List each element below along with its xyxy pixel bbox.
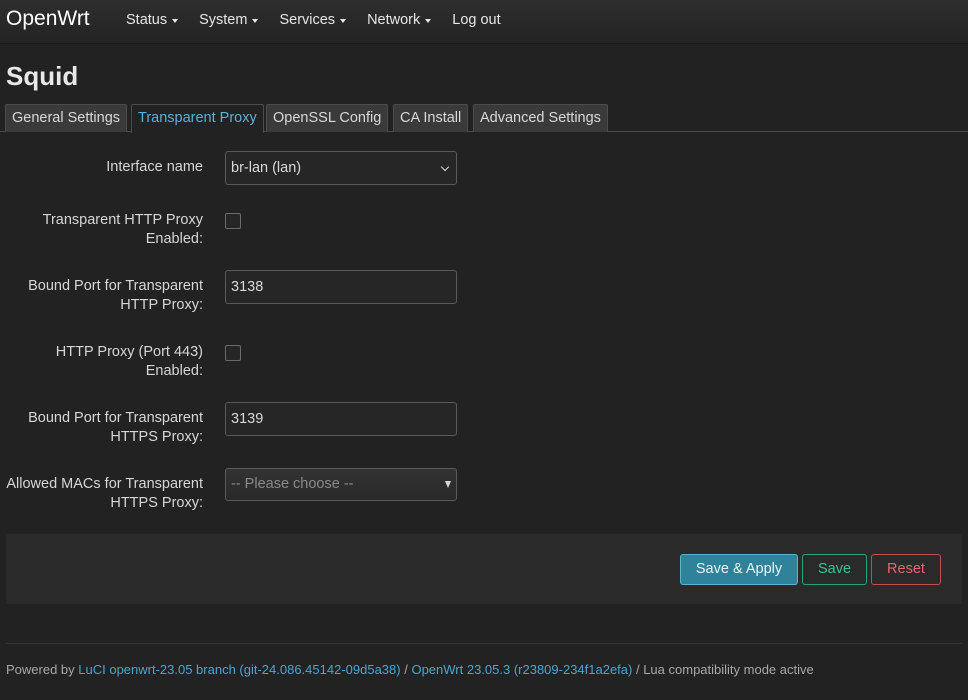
http-port-value: 3138 [231,279,264,295]
allowed-macs-placeholder: -- Please choose -- [231,476,354,492]
footer-prefix: Powered by [6,662,79,677]
menu-logout-label: Log out [452,12,501,28]
chevron-down-icon [172,19,179,23]
http-port-input[interactable]: 3138 [225,270,457,304]
save-apply-button[interactable]: Save & Apply [680,554,798,585]
tab-openssl-config[interactable]: OpenSSL Config [266,104,389,132]
action-bar: Save & Apply Save Reset [6,534,962,604]
menu-network-label: Network [367,12,421,28]
luci-link[interactable]: LuCI openwrt-23.05 branch (git-24.086.45… [78,662,400,677]
menu-system-label: System [199,12,248,28]
interface-name-label: Interface name [106,158,203,177]
https-port-value: 3139 [231,411,264,427]
chevron-down-icon [440,162,450,172]
http-port-label-line2: HTTP Proxy: [120,297,203,313]
menu-status-label: Status [126,12,168,28]
allowed-macs-label-line2: HTTPS Proxy: [110,495,203,511]
https-enabled-checkbox[interactable] [225,345,241,361]
interface-name-value: br-lan (lan) [231,160,302,176]
menu-services-label: Services [279,12,336,28]
menu-network[interactable]: Network [367,12,432,28]
menu-logout[interactable]: Log out [452,12,500,28]
footer: Powered by LuCI openwrt-23.05 branch (gi… [6,662,814,677]
transparent-http-label: Transparent HTTP Proxy Enabled: [43,211,203,249]
chevron-down-icon [340,19,347,23]
chevron-down-icon [252,19,259,23]
https-enabled-label-line2: Enabled: [145,363,203,379]
allowed-macs-label: Allowed MACs for Transparent HTTPS Proxy… [6,475,203,513]
triangle-down-icon [445,481,451,488]
footer-separator: / [400,662,412,677]
https-port-label: Bound Port for Transparent HTTPS Proxy: [28,409,203,447]
page-title: Squid [6,61,79,91]
tab-bar: General Settings Transparent Proxy OpenS… [0,104,968,133]
footer-divider [6,643,962,644]
https-port-label-line2: HTTPS Proxy: [110,429,203,445]
allowed-macs-dropdown[interactable]: -- Please choose -- [225,468,457,501]
https-enabled-label-line1: HTTP Proxy (Port 443) [55,344,203,360]
footer-suffix: Lua compatibility mode active [643,662,814,677]
transparent-http-label-line1: Transparent HTTP Proxy [42,212,203,228]
menu-services[interactable]: Services [279,12,347,28]
save-button[interactable]: Save [802,554,867,585]
reset-button[interactable]: Reset [871,554,941,585]
https-port-label-line1: Bound Port for Transparent [28,410,203,426]
menu-system[interactable]: System [199,12,259,28]
top-navbar: OpenWrt Status System Services Network L… [0,0,968,44]
openwrt-link[interactable]: OpenWrt 23.05.3 (r23809-234f1a2efa) [411,662,632,677]
tab-advanced-settings[interactable]: Advanced Settings [473,104,608,132]
https-enabled-label: HTTP Proxy (Port 443) Enabled: [56,343,203,381]
tab-ca-install[interactable]: CA Install [393,104,469,132]
transparent-http-label-line2: Enabled: [145,231,203,247]
brand-logo[interactable]: OpenWrt [6,7,90,31]
https-port-input[interactable]: 3139 [225,402,457,436]
tab-general-settings[interactable]: General Settings [5,104,128,132]
footer-separator: / [632,662,644,677]
tab-transparent-proxy[interactable]: Transparent Proxy [131,104,264,133]
interface-name-label-text: Interface name [106,159,203,175]
http-port-label: Bound Port for Transparent HTTP Proxy: [28,277,203,315]
chevron-down-icon [425,19,432,23]
menu-status[interactable]: Status [126,12,179,28]
allowed-macs-label-line1: Allowed MACs for Transparent [6,476,203,492]
http-port-label-line1: Bound Port for Transparent [28,278,203,294]
main-menu: Status System Services Network Log out [126,0,522,40]
interface-name-select[interactable]: br-lan (lan) [225,151,457,185]
transparent-http-checkbox[interactable] [225,213,241,229]
